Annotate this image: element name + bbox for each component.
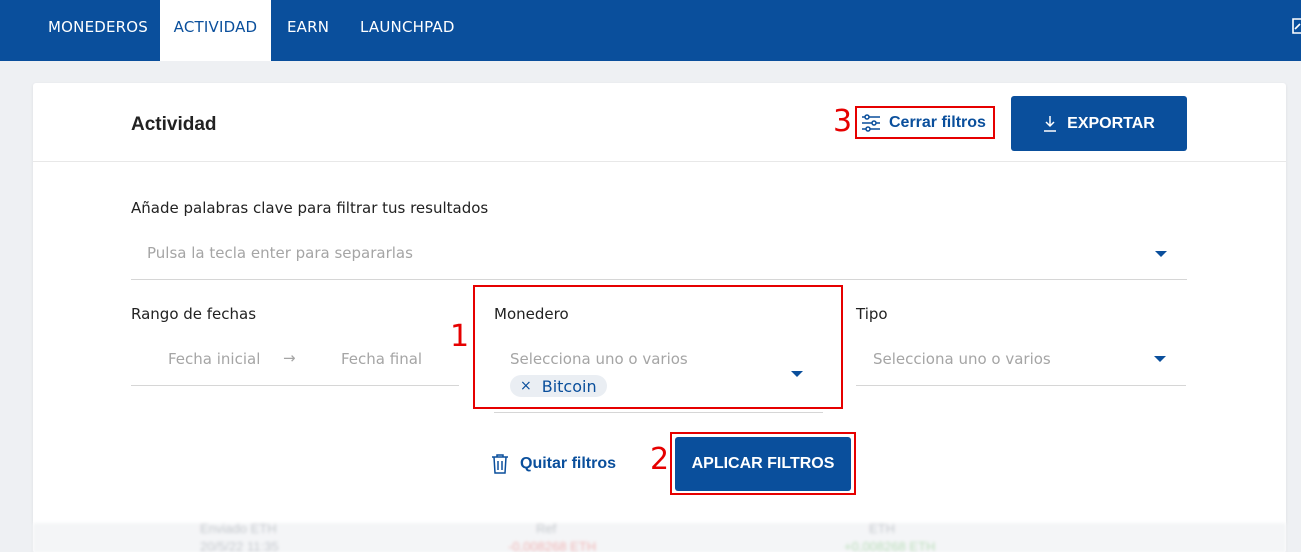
download-icon [1044,116,1057,132]
export-label: EXPORTAR [1067,114,1155,132]
date-range-label: Rango de fechas [131,305,257,323]
type-label: Tipo [856,305,888,323]
background-activity-row: Enviado ETH 20/5/22 11:35 Ref -0,008268 … [33,523,1286,552]
row-asset: ETH [869,523,895,536]
row-amount-in: +0,008268 ETH [844,539,936,552]
apply-filters-button[interactable]: APLICAR FILTROS [675,437,851,491]
export-button[interactable]: EXPORTAR [1011,96,1187,151]
remove-tag-icon[interactable]: × [520,378,532,394]
nav-tab-monederos[interactable]: MONEDEROS [48,0,148,61]
date-range-arrow-icon: → [283,349,296,367]
keywords-underline [131,279,1187,280]
type-select[interactable]: Selecciona uno o varios [873,350,1051,368]
clear-filters-button[interactable]: Quitar filtros [490,452,616,476]
row-amount-out: -0,008268 ETH [508,539,597,552]
nav-tab-launchpad[interactable]: LAUNCHPAD [360,0,455,61]
wallet-tag-bitcoin: × Bitcoin [510,375,607,397]
keywords-chevron-down-icon[interactable] [1155,251,1167,257]
top-nav-bar: MONEDEROS ACTIVIDAD EARN LAUNCHPAD [0,0,1301,61]
wallet-underline [494,412,823,413]
trash-icon [492,454,508,474]
type-chevron-down-icon[interactable] [1154,356,1166,362]
activity-card: Actividad 3 Cerrar filtros EXPORTAR Añad… [33,83,1286,552]
row-date: 20/5/22 11:35 [200,539,279,552]
row-ref: Ref [536,523,557,536]
type-underline [856,385,1186,386]
clear-filters-label: Quitar filtros [520,455,617,472]
close-filters-label: Cerrar filtros [889,113,986,131]
keywords-label: Añade palabras clave para filtrar tus re… [131,199,489,217]
close-filters-button[interactable]: Cerrar filtros [855,106,995,139]
page-title: Actividad [131,114,217,135]
annotation-3: 3 [833,104,853,139]
wallet-select[interactable]: Selecciona uno o varios [510,350,688,368]
date-end-input[interactable]: Fecha final [341,350,422,368]
annotation-2: 2 [650,442,670,477]
wallet-tag-label: Bitcoin [541,376,597,396]
wallet-chevron-down-icon[interactable] [791,371,803,377]
logout-icon[interactable] [1291,18,1301,34]
date-start-input[interactable]: Fecha inicial [168,350,260,368]
header-divider [33,161,1286,162]
nav-tab-actividad[interactable]: ACTIVIDAD [160,0,271,61]
row-type: Enviado ETH [200,523,277,536]
wallet-label: Monedero [494,305,569,323]
nav-tab-earn[interactable]: EARN [287,0,329,61]
date-range-underline [131,385,459,386]
annotation-1: 1 [450,319,470,354]
keywords-input[interactable]: Pulsa la tecla enter para separarlas [147,244,413,262]
sliders-icon [862,113,880,132]
